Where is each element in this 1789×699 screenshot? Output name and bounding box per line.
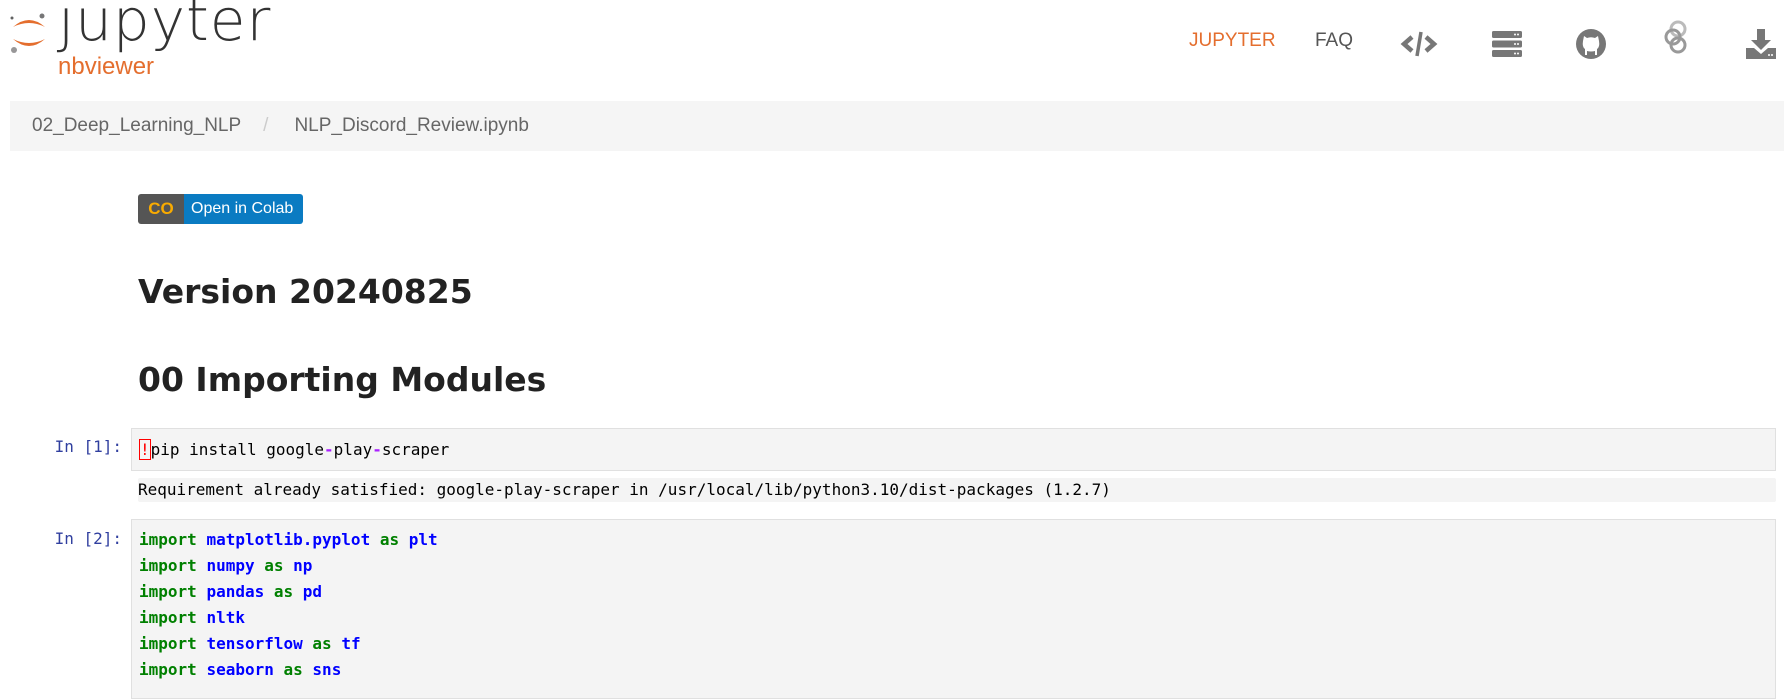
cell-prompt: In [1]: bbox=[54, 437, 122, 456]
code-text: scraper bbox=[381, 440, 450, 459]
section-heading: 00 Importing Modules bbox=[138, 360, 547, 399]
binder-icon[interactable] bbox=[1656, 20, 1696, 56]
breadcrumb-parent-link[interactable]: 02_Deep_Learning_NLP bbox=[32, 115, 241, 137]
shell-bang: ! bbox=[139, 439, 151, 460]
code-text: play bbox=[333, 440, 373, 459]
jupyter-logo-icon bbox=[10, 13, 45, 53]
nav-jupyter-link[interactable]: JUPYTER bbox=[1189, 30, 1276, 52]
breadcrumb-separator: / bbox=[263, 115, 269, 136]
download-icon[interactable] bbox=[1741, 26, 1781, 62]
server-icon[interactable] bbox=[1487, 26, 1527, 62]
version-heading: Version 20240825 bbox=[138, 272, 473, 311]
code-line: import numpy as np bbox=[139, 556, 313, 575]
cell-output: Requirement already satisfied: google-pl… bbox=[138, 478, 1776, 502]
logo-subtitle: nbviewer bbox=[58, 53, 155, 80]
nav-faq-link[interactable]: FAQ bbox=[1315, 30, 1353, 52]
code-text: pip install google bbox=[150, 440, 325, 459]
cell-prompt: In [2]: bbox=[54, 529, 122, 548]
open-in-colab-badge[interactable]: CO Open in Colab bbox=[138, 194, 304, 224]
colab-logo-icon: CO bbox=[138, 194, 184, 224]
logo-wordmark: jupyter bbox=[58, 0, 272, 54]
breadcrumb: 02_Deep_Learning_NLP / NLP_Discord_Revie… bbox=[10, 101, 1784, 151]
code-cell-1[interactable]: !pip install google-play-scraper bbox=[131, 428, 1776, 471]
code-line: import pandas as pd bbox=[139, 582, 323, 601]
colab-label: Open in Colab bbox=[184, 194, 304, 224]
code-icon[interactable] bbox=[1399, 26, 1439, 62]
code-line: import matplotlib.pyplot as plt bbox=[139, 530, 438, 549]
code-operator: - bbox=[372, 440, 382, 459]
code-line: import seaborn as sns bbox=[139, 660, 342, 679]
code-operator: - bbox=[324, 440, 334, 459]
code-line: import tensorflow as tf bbox=[139, 634, 361, 653]
code-line: import nltk bbox=[139, 608, 245, 627]
breadcrumb-current: NLP_Discord_Review.ipynb bbox=[294, 115, 529, 136]
output-text: Requirement already satisfied: google-pl… bbox=[138, 480, 1111, 499]
code-cell-2[interactable]: import matplotlib.pyplot as plt import n… bbox=[131, 519, 1776, 699]
jupyter-nbviewer-logo[interactable]: jupyter nbviewer bbox=[8, 0, 272, 90]
github-icon[interactable] bbox=[1571, 26, 1611, 62]
